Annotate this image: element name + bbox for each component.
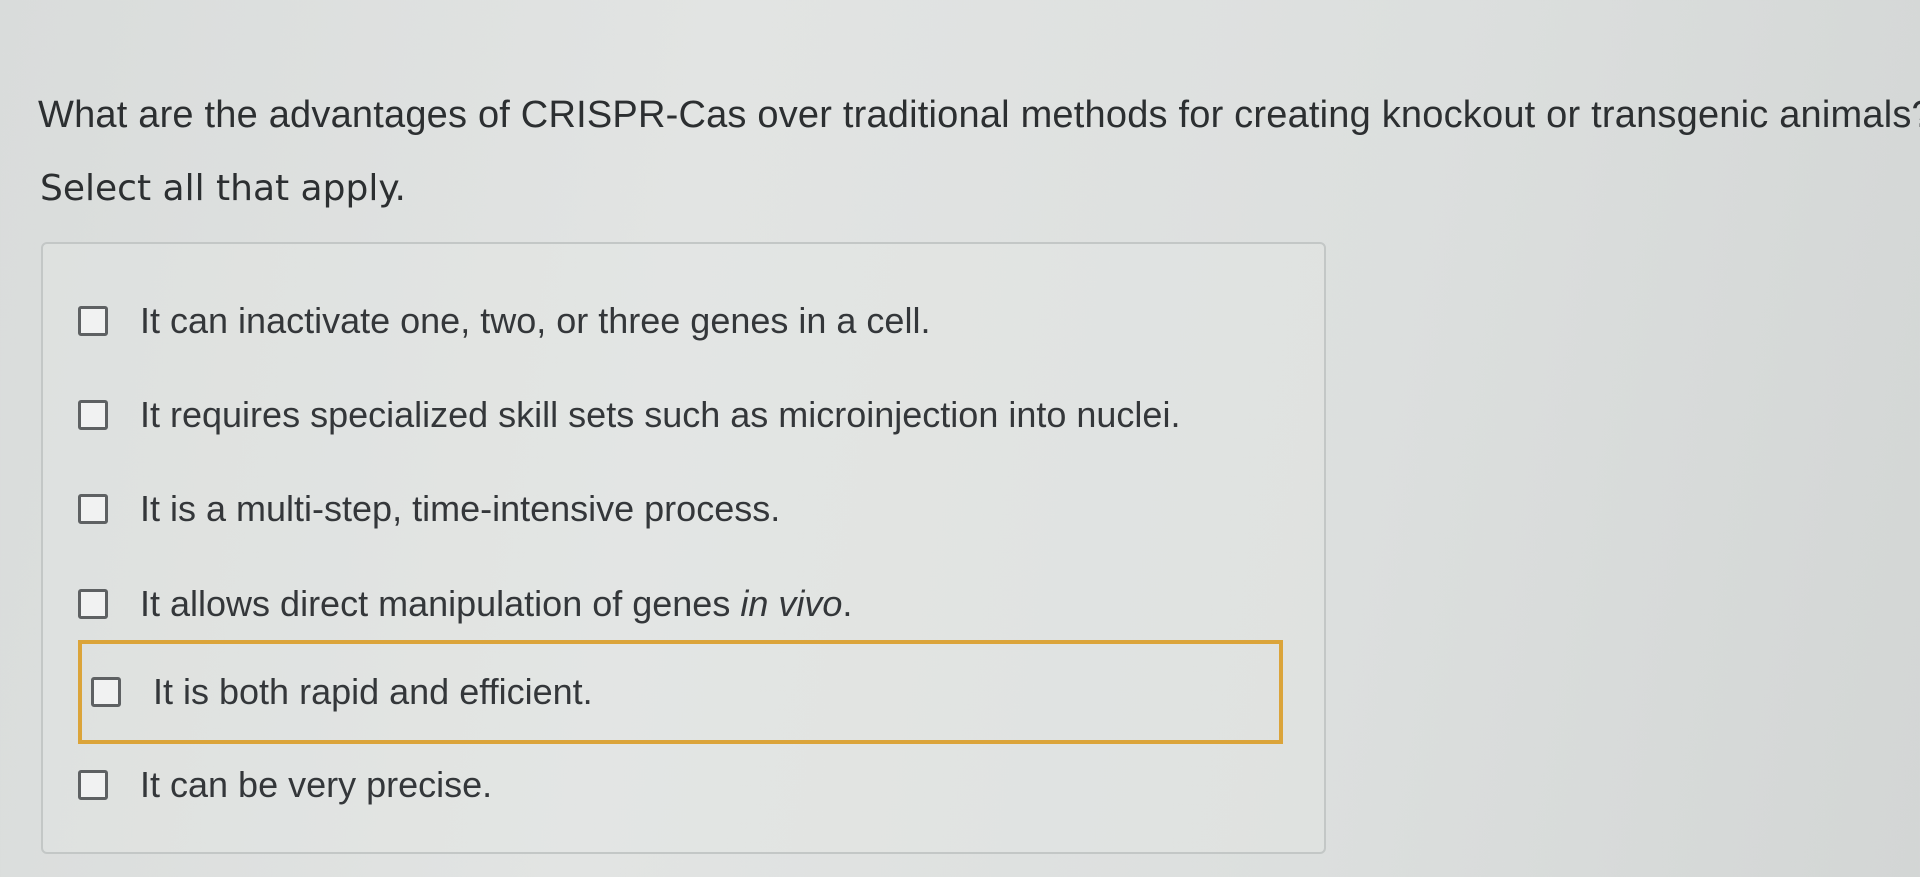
option-multi-step[interactable]: It is a multi-step, time-intensive proce… — [78, 474, 780, 544]
option-label: It is a multi-step, time-intensive proce… — [140, 488, 781, 529]
option-label-italic: in vivo — [740, 583, 843, 624]
answer-options-panel: It can inactivate one, two, or three gen… — [41, 242, 1326, 854]
option-label: It can be very precise. — [140, 764, 493, 805]
option-precise[interactable]: It can be very precise. — [78, 750, 492, 820]
select-all-instruction: Select all that apply. — [40, 168, 406, 209]
question-prompt: What are the advantages of CRISPR-Cas ov… — [38, 94, 1920, 136]
option-label: It allows direct manipulation of genes i… — [140, 583, 852, 625]
option-rapid-efficient[interactable]: It is both rapid and efficient. — [78, 640, 1283, 744]
checkbox-icon[interactable] — [78, 306, 108, 336]
checkbox-icon[interactable] — [78, 770, 108, 800]
option-label: It requires specialized skill sets such … — [140, 394, 1181, 435]
checkbox-icon[interactable] — [78, 400, 108, 430]
checkbox-icon[interactable] — [78, 589, 108, 619]
option-specialized-skills[interactable]: It requires specialized skill sets such … — [78, 380, 1180, 450]
option-inactivate-genes[interactable]: It can inactivate one, two, or three gen… — [78, 286, 930, 356]
option-in-vivo[interactable]: It allows direct manipulation of genes i… — [78, 569, 852, 639]
checkbox-icon[interactable] — [78, 494, 108, 524]
checkbox-icon[interactable] — [91, 677, 121, 707]
option-label: It is both rapid and efficient. — [153, 671, 593, 712]
option-label-text: It allows direct manipulation of genes — [140, 583, 741, 624]
option-label-period: . — [842, 583, 853, 624]
option-label: It can inactivate one, two, or three gen… — [140, 300, 931, 341]
